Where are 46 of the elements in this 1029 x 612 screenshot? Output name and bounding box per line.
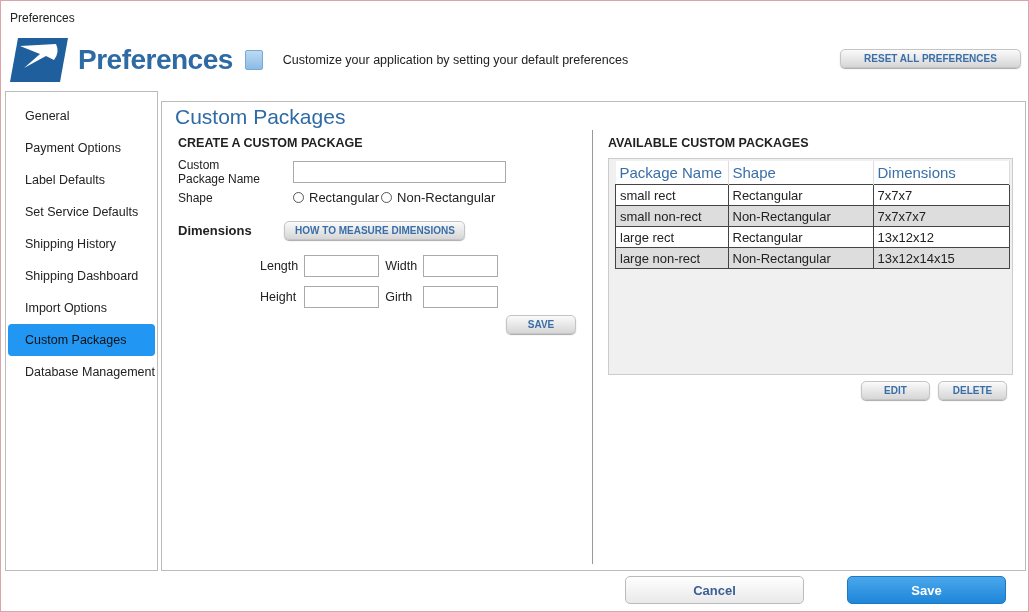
table-cell: large rect xyxy=(615,226,728,248)
input-field[interactable] xyxy=(304,286,380,308)
field-label: Width xyxy=(385,259,418,273)
page-subtitle: Customize your application by setting your default preferences xyxy=(282,53,630,67)
measure-button[interactable]: HOW TO MEASURE DIMENSIONS xyxy=(284,221,465,240)
cancel-button[interactable]: Cancel xyxy=(625,576,804,604)
radio-option[interactable]: Rectangular xyxy=(293,190,380,205)
table-action-button[interactable]: DELETE xyxy=(938,381,1007,400)
section-heading: CREATE A CUSTOM PACKAGE xyxy=(178,136,364,150)
sidebar-item[interactable]: Database Management xyxy=(8,356,155,388)
sidebar-item[interactable]: Import Options xyxy=(8,292,155,324)
dimensions-label: Dimensions xyxy=(178,223,253,238)
input-field[interactable] xyxy=(304,255,380,277)
sidebar-item[interactable]: Label Defaults xyxy=(8,164,155,196)
radio-option[interactable]: Non-Rectangular xyxy=(381,190,496,205)
sidebar-item[interactable]: Set Service Defaults xyxy=(8,196,155,228)
window-title: Preferences xyxy=(9,10,76,27)
table-cell: 7x7x7 xyxy=(873,184,1010,206)
table-cell: large non-rect xyxy=(615,247,728,269)
sidebar-item[interactable]: Shipping Dashboard xyxy=(8,260,155,292)
field-label: Shape xyxy=(178,190,214,205)
eagle-logo-icon xyxy=(10,38,68,82)
field-label: Height xyxy=(260,290,298,304)
panel-title: Custom Packages xyxy=(174,104,347,130)
page-title: Preferences xyxy=(78,44,233,76)
save-button[interactable]: Save xyxy=(847,576,1006,604)
field-label: Custom Package Name xyxy=(178,158,262,186)
input-field[interactable] xyxy=(423,255,499,277)
column-header[interactable]: Shape xyxy=(728,161,873,185)
field-label: Length xyxy=(260,259,299,273)
section-heading: AVAILABLE CUSTOM PACKAGES xyxy=(608,136,810,150)
table-cell: small non-rect xyxy=(615,205,728,227)
sidebar-item[interactable]: Custom Packages xyxy=(8,324,155,356)
table-cell: Rectangular xyxy=(728,184,873,206)
field-label: Girth xyxy=(385,290,414,304)
table-cell: small rect xyxy=(615,184,728,206)
column-header[interactable]: Package Name xyxy=(615,161,728,185)
table-action-button[interactable]: EDIT xyxy=(861,381,930,400)
input-field[interactable] xyxy=(293,161,506,183)
save-button[interactable]: SAVE xyxy=(506,315,576,334)
column-header[interactable]: Dimensions xyxy=(873,161,1010,185)
input-field[interactable] xyxy=(423,286,499,308)
sidebar-item[interactable]: General xyxy=(8,100,155,132)
reset-button[interactable]: RESET ALL PREFERENCES xyxy=(840,48,1021,68)
sidebar-item[interactable]: Payment Options xyxy=(8,132,155,164)
sidebar-item[interactable]: Shipping History xyxy=(8,228,155,260)
